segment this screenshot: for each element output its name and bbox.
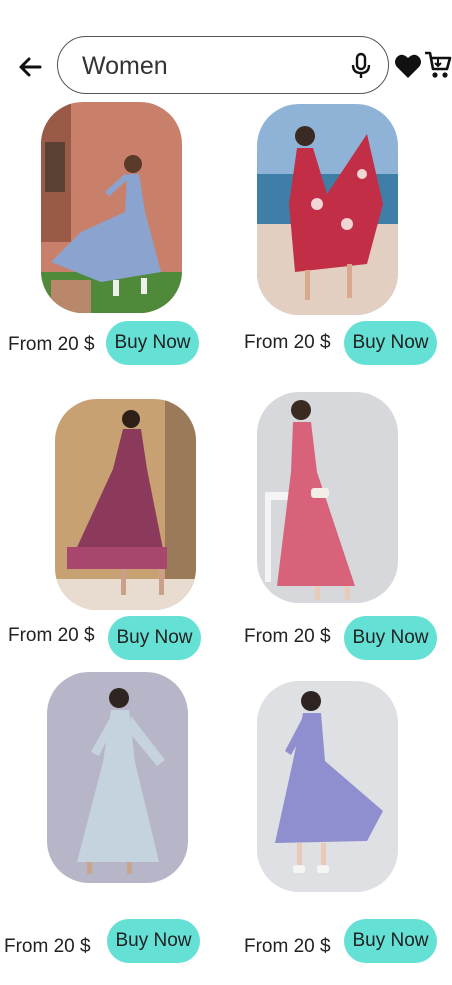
product-image[interactable] [257,392,398,603]
buy-now-button[interactable]: Buy Now [344,321,437,365]
heart-icon [395,54,421,78]
buy-now-button[interactable]: Buy Now [106,321,199,365]
product-image[interactable] [41,102,182,313]
product-price: From 20 $ [8,625,95,646]
product-image[interactable] [257,681,398,892]
cart-button[interactable] [424,50,452,80]
buy-now-button[interactable]: Buy Now [344,919,437,963]
product-price: From 20 $ [244,626,331,647]
search-input[interactable] [80,49,334,83]
product-image[interactable] [55,399,196,610]
product-price: From 20 $ [8,334,95,355]
buy-now-button[interactable]: Buy Now [108,616,201,660]
product-price: From 20 $ [244,936,331,957]
product-price: From 20 $ [4,936,91,957]
product-image[interactable] [47,672,188,883]
buy-now-button[interactable]: Buy Now [344,616,437,660]
cart-icon [425,51,452,78]
product-image[interactable] [257,104,398,315]
back-button[interactable] [14,50,48,84]
back-arrow-icon [19,57,42,77]
wishlist-button[interactable] [394,53,422,79]
mic-button[interactable] [348,52,374,80]
search-bar[interactable] [57,36,389,94]
buy-now-button[interactable]: Buy Now [107,919,200,963]
mic-icon [351,52,371,78]
product-price: From 20 $ [244,332,331,353]
